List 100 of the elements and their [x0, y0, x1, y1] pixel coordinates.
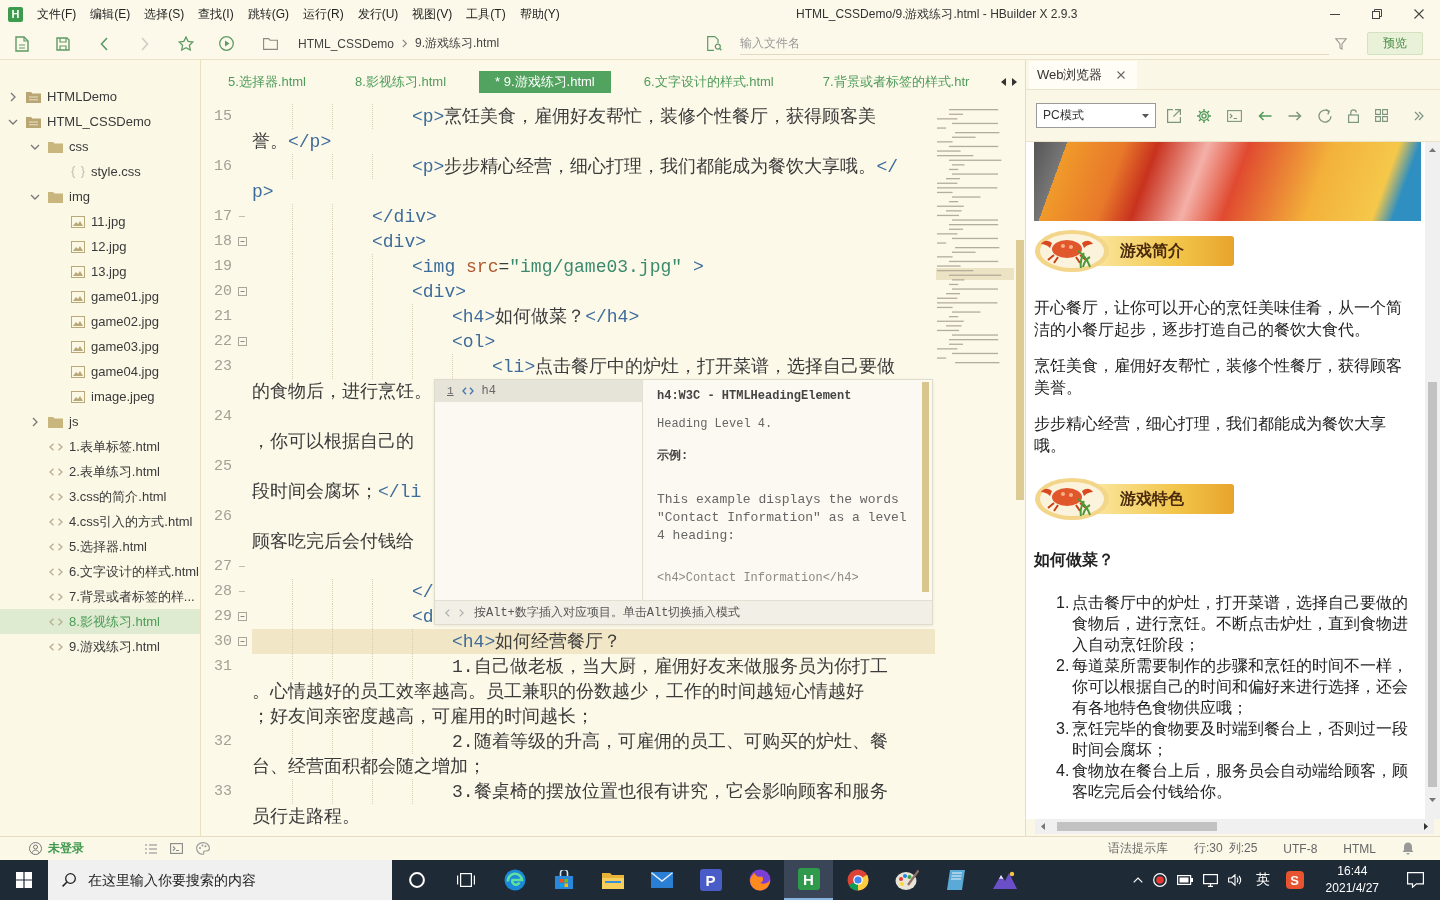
bell-icon[interactable] — [1402, 842, 1414, 855]
arrow-left-icon[interactable] — [1258, 110, 1272, 121]
scroll-down-icon[interactable] — [1429, 798, 1436, 802]
grid-icon[interactable] — [1375, 109, 1388, 122]
tree-item[interactable]: style.css — [0, 159, 200, 184]
mode-dropdown[interactable]: PC模式 — [1036, 103, 1156, 128]
tree-item[interactable]: HTML_CSSDemo — [0, 109, 200, 134]
tree-item[interactable]: HTMLDemo — [0, 84, 200, 109]
minimize-icon[interactable] — [1330, 13, 1340, 15]
breadcrumb-item[interactable]: HTML_CSSDemo — [298, 36, 395, 51]
restore-icon[interactable] — [1372, 9, 1382, 19]
monitor-icon[interactable] — [1202, 873, 1218, 887]
scroll-up-icon[interactable] — [1429, 148, 1436, 152]
input-method-indicator[interactable]: 英 — [1255, 871, 1270, 889]
chevron-right-icon[interactable] — [10, 91, 16, 102]
star-icon[interactable] — [177, 36, 194, 51]
suggestion-item[interactable]: 1 h4 — [435, 380, 642, 402]
menu-item[interactable]: 视图(V) — [412, 5, 453, 23]
close-icon[interactable] — [1414, 9, 1424, 19]
chevron-left-icon[interactable] — [99, 36, 108, 51]
document-icon[interactable] — [14, 35, 29, 52]
chevron-down-icon[interactable] — [8, 118, 18, 125]
chevron-down-icon[interactable] — [30, 143, 40, 150]
scrollbar-thumb[interactable] — [1428, 382, 1437, 787]
minus-box-icon[interactable] — [237, 612, 247, 621]
terminal-icon[interactable] — [170, 843, 183, 854]
menu-item[interactable]: 工具(T) — [466, 5, 506, 23]
menu-item[interactable]: 帮助(Y) — [519, 5, 560, 23]
double-chevron-icon[interactable] — [1414, 110, 1424, 121]
scrollbar-thumb[interactable] — [1057, 822, 1217, 831]
letter-tile[interactable]: S — [1285, 871, 1304, 889]
menu-item[interactable]: 选择(S) — [144, 5, 185, 23]
terminal-icon[interactable] — [1227, 109, 1242, 122]
menu-item[interactable]: 编辑(E) — [90, 5, 131, 23]
search-field[interactable]: 输入文件名 — [740, 32, 1329, 55]
funnel-icon[interactable] — [1335, 37, 1347, 50]
tree-item[interactable]: 7.背景或者标签的样... — [0, 584, 200, 609]
chevron-up-icon[interactable] — [1132, 877, 1143, 883]
menu-item[interactable]: 运行(R) — [303, 5, 344, 23]
tree-item[interactable]: 12.jpg — [0, 234, 200, 259]
settings-icon[interactable] — [1197, 108, 1211, 123]
save-icon[interactable] — [55, 36, 70, 51]
chevron-down-icon[interactable] — [30, 193, 40, 200]
clock-time[interactable]: 16:44 — [1337, 863, 1368, 880]
speech-bubble-icon[interactable] — [1407, 872, 1424, 888]
panel-tab[interactable]: Web浏览器 — [1029, 61, 1137, 89]
triangle-left-icon[interactable] — [1001, 78, 1006, 86]
minus-box-icon[interactable] — [237, 637, 247, 646]
language-indicator[interactable]: HTML — [1343, 841, 1376, 856]
clock-date[interactable]: 2021/4/27 — [1325, 880, 1379, 897]
scroll-right-icon[interactable] — [1424, 823, 1428, 830]
chevron-right-icon[interactable] — [459, 608, 464, 617]
close-icon[interactable] — [1116, 71, 1125, 79]
play-icon[interactable] — [219, 36, 234, 51]
lock-icon[interactable] — [1348, 108, 1359, 123]
palette-icon[interactable] — [196, 842, 210, 855]
tree-item[interactable]: 13.jpg — [0, 259, 200, 284]
minus-box-icon[interactable] — [237, 237, 247, 246]
arrow-right-icon[interactable] — [1288, 110, 1302, 121]
tree-item[interactable]: image.jpeg — [0, 384, 200, 409]
encoding-indicator[interactable]: UTF-8 — [1283, 841, 1318, 856]
tree-item[interactable]: 4.css引入的方式.html — [0, 509, 200, 534]
chevron-left-icon[interactable] — [445, 608, 450, 617]
menu-item[interactable]: 查找(I) — [198, 5, 234, 23]
chevron-right-icon[interactable] — [32, 416, 38, 427]
menu-item[interactable]: 跳转(G) — [247, 5, 289, 23]
speaker-icon[interactable] — [1227, 874, 1242, 886]
tree-item[interactable]: img — [0, 184, 200, 209]
refresh-icon[interactable] — [1318, 108, 1332, 123]
tree-item[interactable]: game04.jpg — [0, 359, 200, 384]
hint-library-button[interactable]: 语法提示库 — [1107, 840, 1168, 857]
search-field[interactable]: 在这里输入你要搜索的内容 — [48, 860, 392, 900]
tree-item[interactable]: 1.表单标签.html — [0, 434, 200, 459]
preview-button[interactable]: 预览 — [1367, 32, 1423, 55]
menu-item[interactable]: 文件(F) — [37, 5, 77, 23]
tree-item[interactable]: 3.css的简介.html — [0, 484, 200, 509]
breadcrumb-item[interactable]: 9.游戏练习.html — [415, 35, 500, 52]
taskbar-button[interactable]: P — [686, 860, 735, 900]
minus-box-icon[interactable] — [237, 287, 247, 296]
tree-item[interactable]: 5.选择器.html — [0, 534, 200, 559]
tree-item[interactable]: game02.jpg — [0, 309, 200, 334]
list-icon[interactable] — [145, 843, 157, 854]
tree-item[interactable]: game03.jpg — [0, 334, 200, 359]
menu-item[interactable]: 发行(U) — [357, 5, 399, 23]
tree-item[interactable]: js — [0, 409, 200, 434]
tree-item[interactable]: 6.文字设计的样式.html — [0, 559, 200, 584]
minus-box-icon[interactable] — [237, 337, 247, 346]
tree-item[interactable]: 11.jpg — [0, 209, 200, 234]
record-icon[interactable] — [1152, 873, 1167, 887]
taskbar-button[interactable]: H — [784, 860, 833, 900]
battery-icon[interactable] — [1176, 875, 1193, 885]
tree-item[interactable]: 9.游戏练习.html — [0, 634, 200, 659]
external-window-icon[interactable] — [1167, 108, 1181, 123]
tree-item[interactable]: game01.jpg — [0, 284, 200, 309]
scroll-left-icon[interactable] — [1041, 823, 1045, 830]
scrollbar-thumb[interactable] — [922, 382, 929, 592]
tree-item[interactable]: 2.表单练习.html — [0, 459, 200, 484]
triangle-right-icon[interactable] — [1012, 78, 1017, 86]
tree-item[interactable]: css — [0, 134, 200, 159]
scrollbar-thumb[interactable] — [1016, 240, 1024, 500]
